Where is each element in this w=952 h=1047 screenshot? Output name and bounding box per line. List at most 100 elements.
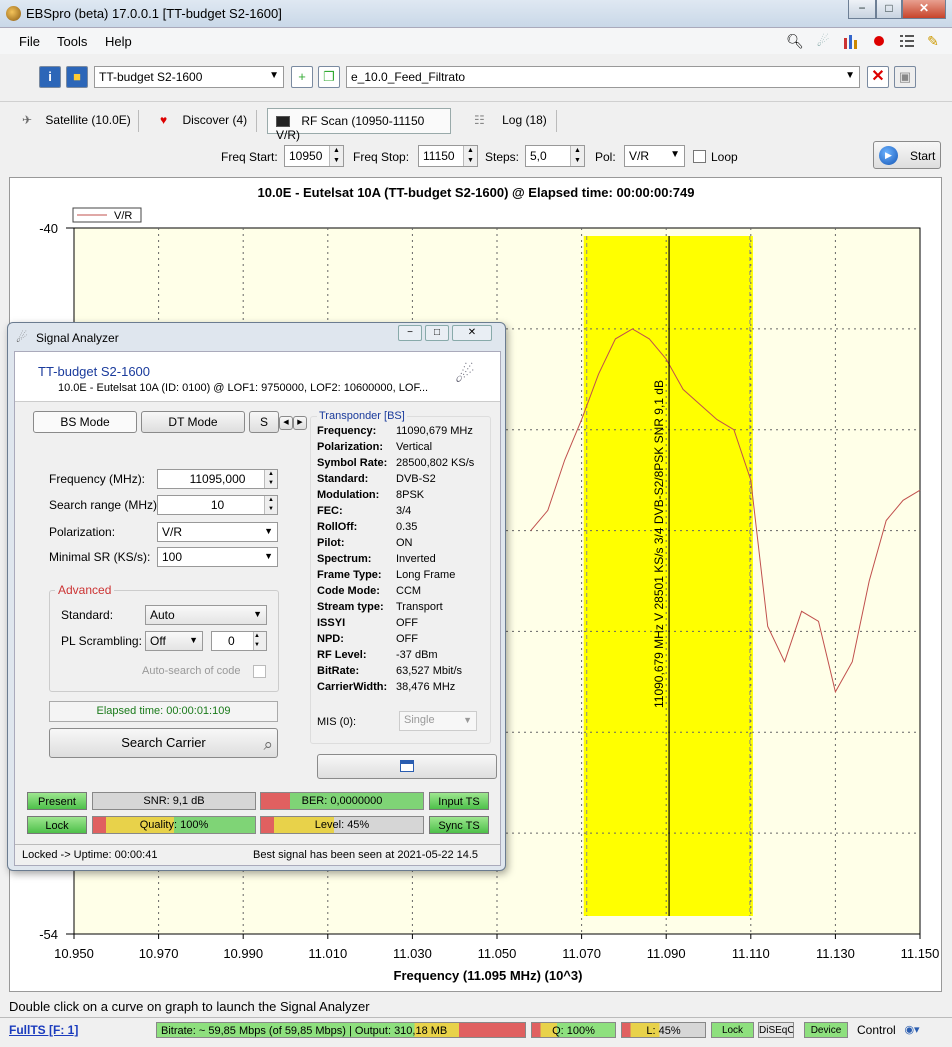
frequency-value: 11095,000 <box>189 472 246 486</box>
menu-file[interactable]: File <box>19 34 40 49</box>
frequency-label: Frequency (MHz): <box>49 472 146 486</box>
frequency-input[interactable]: 11095,000 ▲ ▼ <box>157 469 278 489</box>
tab-satellite[interactable]: ✈ Satellite (10.0E) <box>14 108 139 134</box>
transponder-key: Modulation: <box>317 489 380 501</box>
tab-log[interactable]: ☷ Log (18) <box>466 108 555 134</box>
spin-up-icon[interactable]: ▲ <box>463 146 477 156</box>
menu-help[interactable]: Help <box>105 34 132 49</box>
minimal-sr-label: Minimal SR (KS/s): <box>49 550 151 564</box>
freq-start-value: 10950 <box>289 149 323 163</box>
expand-button[interactable] <box>317 754 497 779</box>
x-tick-label: 11.090 <box>647 946 686 961</box>
present-indicator: Present <box>27 792 87 810</box>
bs-mode-tab[interactable]: BS Mode <box>33 411 137 433</box>
pl-scrambling-select[interactable]: Off ▼ <box>145 631 203 651</box>
spin-icon[interactable]: ▲ ▼ <box>264 496 277 514</box>
device-select[interactable]: TT-budget S2-1600 ▼ <box>94 66 284 88</box>
search-range-label: Search range (MHz): <box>49 498 161 512</box>
window-title: EBSpro (beta) 17.0.0.1 [TT-budget S2-160… <box>26 6 282 21</box>
x-tick-label: 10.950 <box>54 946 94 961</box>
device-select-value: TT-budget S2-1600 <box>99 70 203 84</box>
tools-icon[interactable]: ✎ <box>924 32 942 50</box>
minimal-sr-select[interactable]: 100 ▼ <box>157 547 278 567</box>
spin-down-icon[interactable]: ▼ <box>570 156 584 166</box>
start-button[interactable]: ▶ Start <box>873 141 941 169</box>
pl-scrambling-label: PL Scrambling: <box>61 634 142 648</box>
polarization-select[interactable]: V/R ▼ <box>157 522 278 542</box>
tab-bar: ✈ Satellite (10.0E) ♥ Discover (4) RF Sc… <box>0 101 952 142</box>
tab-divider <box>138 110 139 132</box>
spin-down-icon[interactable]: ▼ <box>329 156 343 166</box>
minimize-button[interactable]: − <box>848 0 876 19</box>
transponder-value: 38,476 MHz <box>396 681 456 693</box>
record-icon[interactable] <box>870 32 888 50</box>
fullts-link[interactable]: FullTS [F: 1] <box>9 1022 78 1038</box>
transponder-value: ON <box>396 537 413 549</box>
tab-rf-scan[interactable]: RF Scan (10950-11150 V/R) <box>267 108 451 142</box>
x-tick-label: 11.030 <box>393 946 432 961</box>
search-carrier-button[interactable]: Search Carrier ⌕ <box>49 728 278 758</box>
info-icon[interactable]: i <box>39 66 61 88</box>
sa-close-button[interactable]: ✕ <box>452 325 492 341</box>
y-tick-label: -40 <box>39 221 58 236</box>
chevron-left-icon[interactable]: ◀ <box>279 416 293 430</box>
sa-minimize-button[interactable]: − <box>398 325 422 341</box>
satellite-icon: ✈ <box>22 113 33 127</box>
dish-icon: ☄ <box>16 330 28 345</box>
transponder-value: Inverted <box>396 553 436 565</box>
feed-select[interactable]: e_10.0_Feed_Filtrato ▼ <box>346 66 860 88</box>
close-button[interactable]: ✕ <box>902 0 946 19</box>
save-icon[interactable]: ▣ <box>894 66 916 88</box>
dt-mode-tab[interactable]: DT Mode <box>141 411 245 433</box>
maximize-button[interactable]: □ <box>876 0 902 19</box>
search-range-input[interactable]: 10 ▲ ▼ <box>157 495 278 515</box>
freq-stop-label: Freq Stop: <box>353 150 410 164</box>
transponder-value: 8PSK <box>396 489 425 501</box>
freq-start-input[interactable]: 10950 ▲ ▼ <box>284 145 344 167</box>
add-feed-icon[interactable]: + <box>291 66 313 88</box>
snr-text: SNR: 9,1 dB <box>143 795 205 807</box>
tab-discover-label: Discover (4) <box>182 113 248 127</box>
bar-chart-icon[interactable] <box>842 32 860 50</box>
freq-stop-input[interactable]: 11150 ▲ ▼ <box>418 145 478 167</box>
standard-select[interactable]: Auto ▼ <box>145 605 267 625</box>
spin-icon[interactable]: ▲ ▼ <box>264 470 277 488</box>
copy-feed-icon[interactable]: ❐ <box>318 66 340 88</box>
auto-search-checkbox[interactable] <box>253 665 266 678</box>
transponder-value: OFF <box>396 617 418 629</box>
pol-select[interactable]: V/R ▼ <box>624 145 685 167</box>
input-ts-indicator: Input TS <box>429 792 489 810</box>
pl-code-input[interactable]: 0 ▲ ▼ <box>211 631 267 651</box>
polarization-label: Polarization: <box>49 525 116 539</box>
chevron-down-icon: ▼ <box>189 635 198 645</box>
search-icon[interactable]: 🔍︎ <box>786 32 804 50</box>
tab-discover[interactable]: ♥ Discover (4) <box>152 108 255 134</box>
spin-up-icon[interactable]: ▲ <box>329 146 343 156</box>
spin-up-icon[interactable]: ▲ <box>570 146 584 156</box>
s-mode-tab[interactable]: S <box>249 411 279 433</box>
chevron-right-icon[interactable]: ▶ <box>293 416 307 430</box>
transponder-key: Code Mode: <box>317 585 380 597</box>
freq-start-label: Freq Start: <box>221 150 278 164</box>
magnifier-icon: ⌕ <box>263 735 273 754</box>
quality-text: Quality: 100% <box>139 819 209 831</box>
menu-tools[interactable]: Tools <box>57 34 87 49</box>
bitrate-bar: Bitrate: ~ 59,85 Mbps (of 59,85 Mbps) | … <box>156 1022 526 1038</box>
x-axis-label: Frequency (11.095 MHz) (10^3) <box>394 968 583 983</box>
spin-icon[interactable]: ▲ ▼ <box>253 632 266 650</box>
sa-status-left: Locked -> Uptime: 00:00:41 <box>22 849 158 861</box>
steps-input[interactable]: 5,0 ▲ ▼ <box>525 145 585 167</box>
control-dropdown-icon[interactable]: ◉▾ <box>900 1022 924 1038</box>
dish-icon[interactable]: ☄ <box>814 32 832 50</box>
lock-icon[interactable]: ■ <box>66 66 88 88</box>
loop-checkbox[interactable] <box>693 150 706 163</box>
snr-bar: SNR: 9,1 dB <box>92 792 256 810</box>
mis-select[interactable]: Single ▼ <box>399 711 477 731</box>
delete-icon[interactable]: ✕ <box>867 66 889 88</box>
tab-log-label: Log (18) <box>502 113 547 127</box>
sa-maximize-button[interactable]: □ <box>425 325 449 341</box>
transponder-value: 11090,679 MHz <box>396 425 473 437</box>
list-icon[interactable] <box>898 32 916 50</box>
spin-down-icon[interactable]: ▼ <box>463 156 477 166</box>
signal-analyzer-window[interactable]: ☄ Signal Analyzer − □ ✕ TT-budget S2-160… <box>7 322 506 871</box>
